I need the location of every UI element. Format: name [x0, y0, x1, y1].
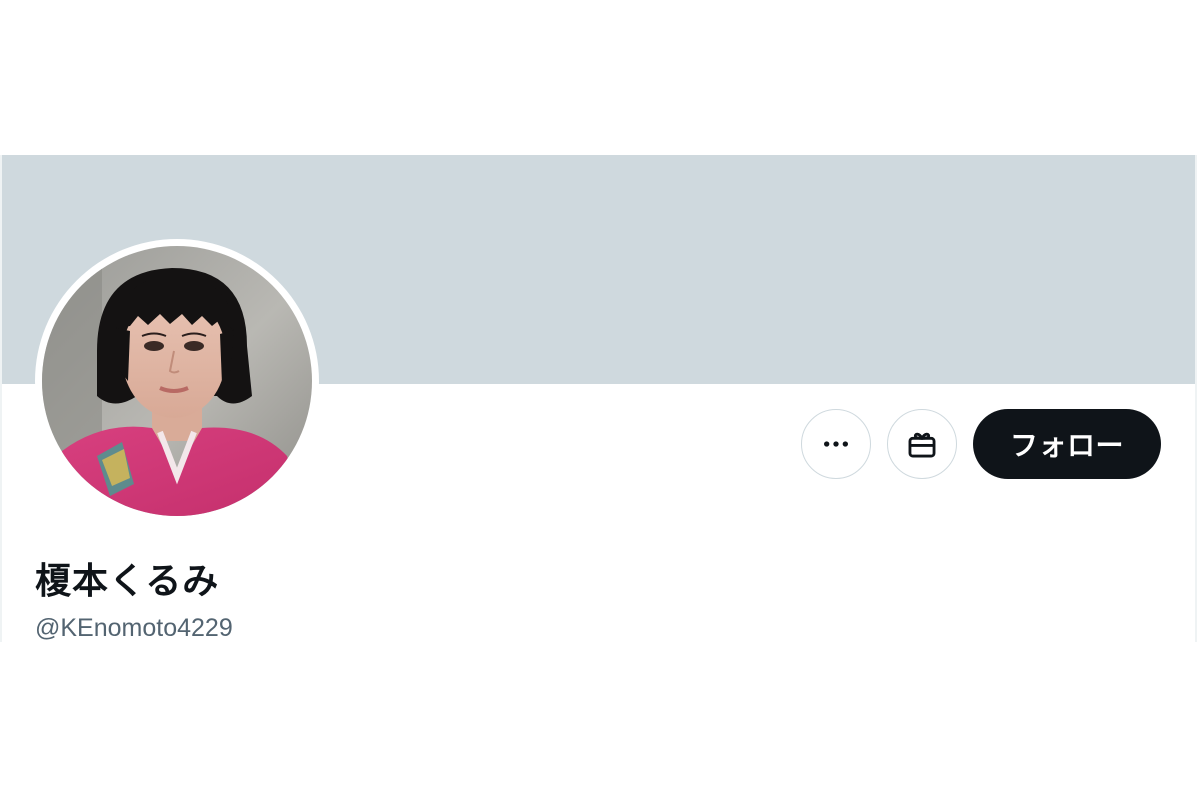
gift-icon — [908, 432, 936, 458]
profile-header: フォロー 榎本くるみ @KEnomoto4229 — [0, 155, 1197, 642]
page: フォロー 榎本くるみ @KEnomoto4229 — [0, 0, 1200, 800]
follow-button[interactable]: フォロー — [973, 409, 1161, 479]
avatar-photo — [42, 246, 312, 516]
profile-avatar[interactable] — [35, 239, 319, 523]
more-horizontal-icon — [824, 441, 848, 447]
profile-actions: フォロー — [801, 409, 1161, 479]
gift-button[interactable] — [887, 409, 957, 479]
user-handle: @KEnomoto4229 — [35, 614, 233, 642]
display-name: 榎本くるみ — [35, 561, 220, 602]
more-button[interactable] — [801, 409, 871, 479]
